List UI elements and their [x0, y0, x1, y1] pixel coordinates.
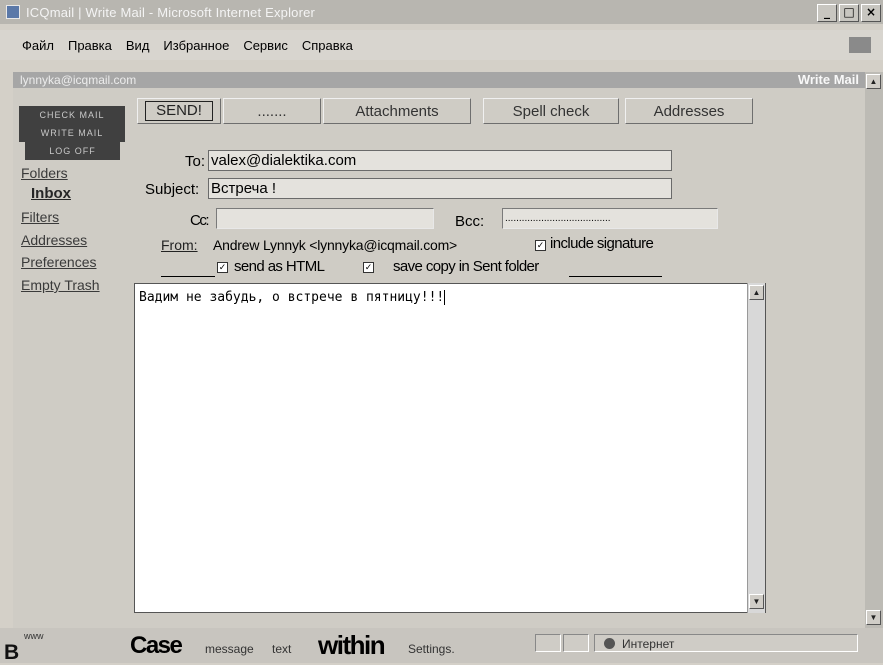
close-button[interactable]: ×	[861, 4, 881, 22]
maximize-button[interactable]: □	[839, 4, 859, 22]
page-scroll-up-icon[interactable]: ▲	[866, 74, 881, 89]
page-title: Write Mail	[797, 72, 859, 87]
menu-file[interactable]: Файл	[22, 38, 54, 53]
window-controls: _ □ ×	[817, 4, 881, 22]
spell-check-button[interactable]: Spell check	[483, 98, 619, 124]
ie-window-icon	[6, 5, 20, 19]
bcc-label: Bcc:	[455, 213, 485, 230]
text-cursor	[444, 290, 446, 305]
preferences-link[interactable]: Preferences	[21, 254, 96, 270]
log-off-button[interactable]: Log Off	[25, 142, 120, 160]
from-link[interactable]: From:	[161, 237, 198, 253]
status-www: www	[24, 631, 44, 641]
menu-help[interactable]: Справка	[302, 38, 353, 53]
folders-link[interactable]: Folders	[21, 165, 68, 181]
window-title: ICQmail | Write Mail - Microsoft Interne…	[26, 4, 316, 20]
menu-favorites[interactable]: Избранное	[163, 38, 229, 53]
from-value: Andrew Lynnyk <lynnyka@icqmail.com>	[213, 237, 458, 253]
to-label: To:	[185, 153, 206, 170]
cc-label: Cc:	[190, 212, 210, 229]
status-word-settings: Settings.	[408, 642, 455, 656]
save-copy-label: save copy in Sent folder	[393, 258, 539, 275]
account-email: lynnyka@icqmail.com	[20, 73, 137, 87]
scroll-up-arrow-icon[interactable]: ▲	[749, 285, 764, 300]
status-word-within: within	[318, 630, 386, 660]
menu-tools[interactable]: Сервис	[243, 38, 288, 53]
message-body-textarea[interactable]: Вадим не забудь, о встрече в пятницу!!!	[134, 283, 766, 613]
globe-icon	[604, 638, 615, 649]
subject-field[interactable]: Встреча !	[208, 178, 672, 199]
spacer-underline-right	[569, 276, 662, 277]
spacer-underline-left	[161, 276, 215, 277]
message-body-scrollbar[interactable]: ▲ ▼	[747, 283, 765, 613]
status-word-text: text	[272, 642, 292, 656]
save-copy-checkbox[interactable]: ✓	[363, 262, 374, 273]
bcc-field[interactable]: ......................................	[502, 208, 718, 229]
ie-logo-icon	[849, 37, 871, 53]
account-banner: lynnyka@icqmail.com Write Mail	[13, 72, 865, 88]
status-bar: В www Case message text within Settings.…	[0, 628, 883, 664]
menu-bar: Файл Правка Вид Избранное Сервис Справка	[0, 30, 883, 60]
send-button-label: SEND!	[145, 101, 213, 121]
page-scrollbar[interactable]: ▲ ▼	[865, 72, 883, 628]
inbox-link[interactable]: Inbox	[31, 185, 71, 202]
menu-edit[interactable]: Правка	[68, 38, 112, 53]
message-body-text: Вадим не забудь, о встрече в пятницу!!!	[139, 290, 445, 305]
send-as-html-label: send as HTML	[234, 258, 325, 275]
status-panel-2	[563, 634, 589, 652]
subject-label: Subject:	[145, 181, 200, 198]
window-title-bar[interactable]: ICQmail | Write Mail - Microsoft Interne…	[0, 0, 883, 24]
to-field[interactable]: valex@dialektika.com	[208, 150, 672, 171]
attachments-button[interactable]: Attachments	[323, 98, 471, 124]
menu-view[interactable]: Вид	[126, 38, 150, 53]
minimize-button[interactable]: _	[817, 4, 837, 22]
status-letter: В	[4, 641, 19, 664]
send-button[interactable]: SEND!	[137, 98, 221, 124]
addresses-button[interactable]: Addresses	[625, 98, 753, 124]
filters-link[interactable]: Filters	[21, 209, 59, 225]
scroll-down-arrow-icon[interactable]: ▼	[749, 594, 764, 609]
include-signature-label: include signature	[550, 235, 654, 252]
status-zone: Интернет	[622, 637, 675, 651]
addresses-link[interactable]: Addresses	[21, 232, 87, 248]
page-content: lynnyka@icqmail.com Write Mail Check Mai…	[13, 72, 865, 628]
dots-button[interactable]: .......	[223, 98, 321, 124]
cc-field[interactable]	[216, 208, 434, 229]
page-scroll-down-icon[interactable]: ▼	[866, 610, 881, 625]
check-mail-button[interactable]: Check Mail	[19, 106, 125, 124]
status-word-message: message	[205, 642, 254, 656]
include-signature-checkbox[interactable]: ✓	[535, 240, 546, 251]
write-mail-button[interactable]: Write Mail	[19, 124, 125, 142]
empty-trash-link[interactable]: Empty Trash	[21, 277, 100, 293]
status-panel-1	[535, 634, 561, 652]
status-word-case: Case	[130, 632, 183, 659]
send-as-html-checkbox[interactable]: ✓	[217, 262, 228, 273]
